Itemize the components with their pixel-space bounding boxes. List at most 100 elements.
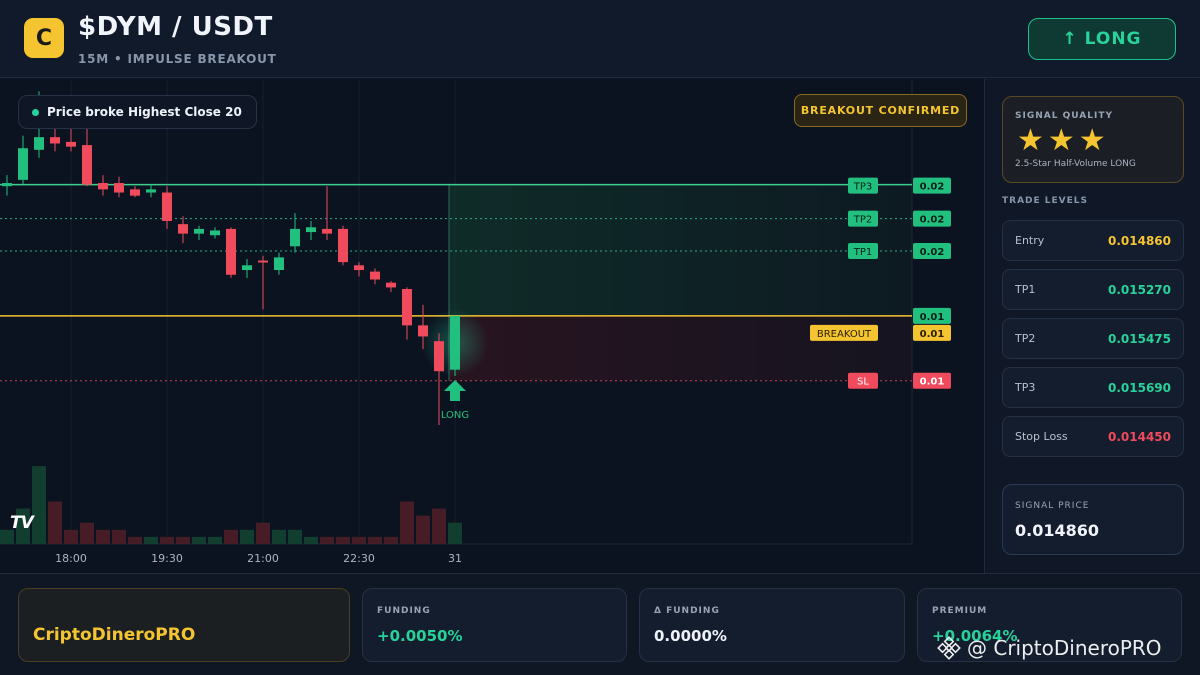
signal-price-value: 0.014860	[1015, 521, 1100, 540]
volume-bar	[336, 536, 350, 544]
level-name: TP3	[1015, 381, 1036, 394]
level-value: 0.014450	[1107, 430, 1171, 444]
volume-bar	[352, 536, 366, 544]
volume-bar	[32, 466, 46, 544]
candle-body	[130, 189, 140, 196]
delta-funding-card: Δ FUNDING 0.0000%	[639, 588, 905, 662]
level-entry: Entry 0.014860	[1002, 220, 1184, 261]
candle-body	[146, 189, 156, 193]
candle-body	[82, 145, 92, 185]
level-name-text: BREAKOUT	[817, 329, 872, 340]
level-value: 0.015270	[1107, 283, 1171, 297]
x-tick-label: 19:30	[151, 552, 183, 565]
signal-quality-card: SIGNAL QUALITY ★★★ 2.5-Star Half-Volume …	[1002, 96, 1184, 183]
candle-body	[210, 230, 220, 236]
level-value-text: 0.01	[920, 377, 945, 388]
volume-bar	[416, 515, 430, 544]
volume-bar	[176, 536, 190, 544]
volume-bar	[304, 536, 318, 544]
metric-value: +0.0050%	[377, 627, 463, 645]
candle-body	[2, 183, 12, 187]
volume-bar	[240, 529, 254, 544]
volume-bar	[288, 529, 302, 544]
breakout-confirmed-badge: BREAKOUT CONFIRMED	[794, 94, 967, 127]
long-marker-label: LONG	[441, 410, 469, 421]
header: C $DYM / USDT 15M • IMPULSE BREAKOUT ↑ L…	[0, 0, 1200, 78]
volume-bar	[448, 522, 462, 544]
brand-card: CriptoDineroPRO	[18, 588, 350, 662]
level-tp1: TP1 0.015270	[1002, 269, 1184, 310]
breakout-status: Price broke Highest Close 20	[18, 95, 257, 129]
volume-bar	[384, 536, 398, 544]
signal-price-card: SIGNAL PRICE 0.014860	[1002, 484, 1184, 555]
candle-body	[66, 141, 76, 147]
level-name-text: SL	[857, 377, 869, 388]
volume-bar	[224, 529, 238, 544]
candle-body	[450, 315, 460, 370]
trade-levels-title: TRADE LEVELS	[1002, 196, 1088, 206]
level-name: TP1	[1015, 283, 1036, 296]
app-logo: C	[24, 18, 64, 58]
level-name: TP2	[1015, 332, 1036, 345]
volume-bar	[256, 522, 270, 544]
volume-bar	[128, 536, 142, 544]
candle-body	[354, 265, 364, 271]
level-value-text: 0.02	[920, 182, 945, 193]
volume-bar	[272, 529, 286, 544]
volume-bar	[160, 536, 174, 544]
volume-bar	[208, 536, 222, 544]
status-text: Price broke Highest Close 20	[47, 105, 242, 119]
volume-bar	[192, 536, 206, 544]
candle-body	[338, 228, 348, 263]
x-tick-label: 18:00	[55, 552, 87, 565]
volume-bar	[144, 536, 158, 544]
candle-body	[258, 260, 268, 263]
candle-body	[162, 192, 172, 221]
candle-body	[18, 148, 28, 180]
candle-body	[434, 341, 444, 372]
level-name-text: TP3	[853, 182, 873, 193]
brand-name: CriptoDineroPRO	[33, 625, 196, 645]
candle-body	[114, 183, 124, 193]
candle-body	[178, 224, 188, 234]
x-tick-label: 31	[448, 552, 462, 565]
x-tick-label: 22:30	[343, 552, 375, 565]
star-rating-icon: ★★★	[1017, 123, 1110, 158]
candle-body	[386, 282, 396, 288]
long-button[interactable]: ↑ LONG	[1028, 18, 1176, 60]
candlestick-chart[interactable]: LONG TP3 0.02 TP2 0.02 TP1 0.02 0.01 BREAKOUT 0.0…	[0, 79, 985, 573]
metric-label: PREMIUM	[932, 606, 988, 616]
volume-bar	[48, 501, 62, 544]
profit-zone	[449, 184, 912, 316]
level-tp3: TP3 0.015690	[1002, 367, 1184, 408]
volume-bar	[400, 501, 414, 544]
level-value-text: 0.01	[920, 312, 945, 323]
level-name: Entry	[1015, 234, 1045, 247]
candle-body	[226, 228, 236, 275]
level-name-text: TP2	[853, 215, 873, 226]
level-tp2: TP2 0.015475	[1002, 318, 1184, 359]
candle-body	[194, 228, 204, 234]
candle-body	[50, 137, 60, 144]
level-value-text: 0.01	[920, 329, 945, 340]
metric-value: 0.0000%	[654, 627, 727, 645]
volume-bar	[96, 529, 110, 544]
volume-bar	[64, 529, 78, 544]
pair-title: $DYM / USDT	[78, 12, 273, 42]
volume-bar	[432, 508, 446, 544]
signal-panel: SIGNAL QUALITY ★★★ 2.5-Star Half-Volume …	[986, 79, 1200, 573]
x-tick-label: 21:00	[247, 552, 279, 565]
level-value-text: 0.02	[920, 247, 945, 258]
candle-body	[370, 271, 380, 280]
metric-label: Δ FUNDING	[654, 606, 720, 616]
candle-body	[274, 257, 284, 271]
volume-bar	[368, 536, 382, 544]
candle-body	[242, 265, 252, 271]
candle-body	[306, 227, 316, 233]
tradingview-logo: TV	[10, 513, 34, 533]
signal-price-label: SIGNAL PRICE	[1015, 501, 1090, 511]
candle-body	[290, 228, 300, 247]
candle-body	[402, 289, 412, 326]
watermark: @ CriptoDineroPRO	[937, 636, 1162, 660]
price-chart[interactable]: LONG TP3 0.02 TP2 0.02 TP1 0.02 0.01 BREAKOUT 0.0…	[0, 79, 985, 573]
